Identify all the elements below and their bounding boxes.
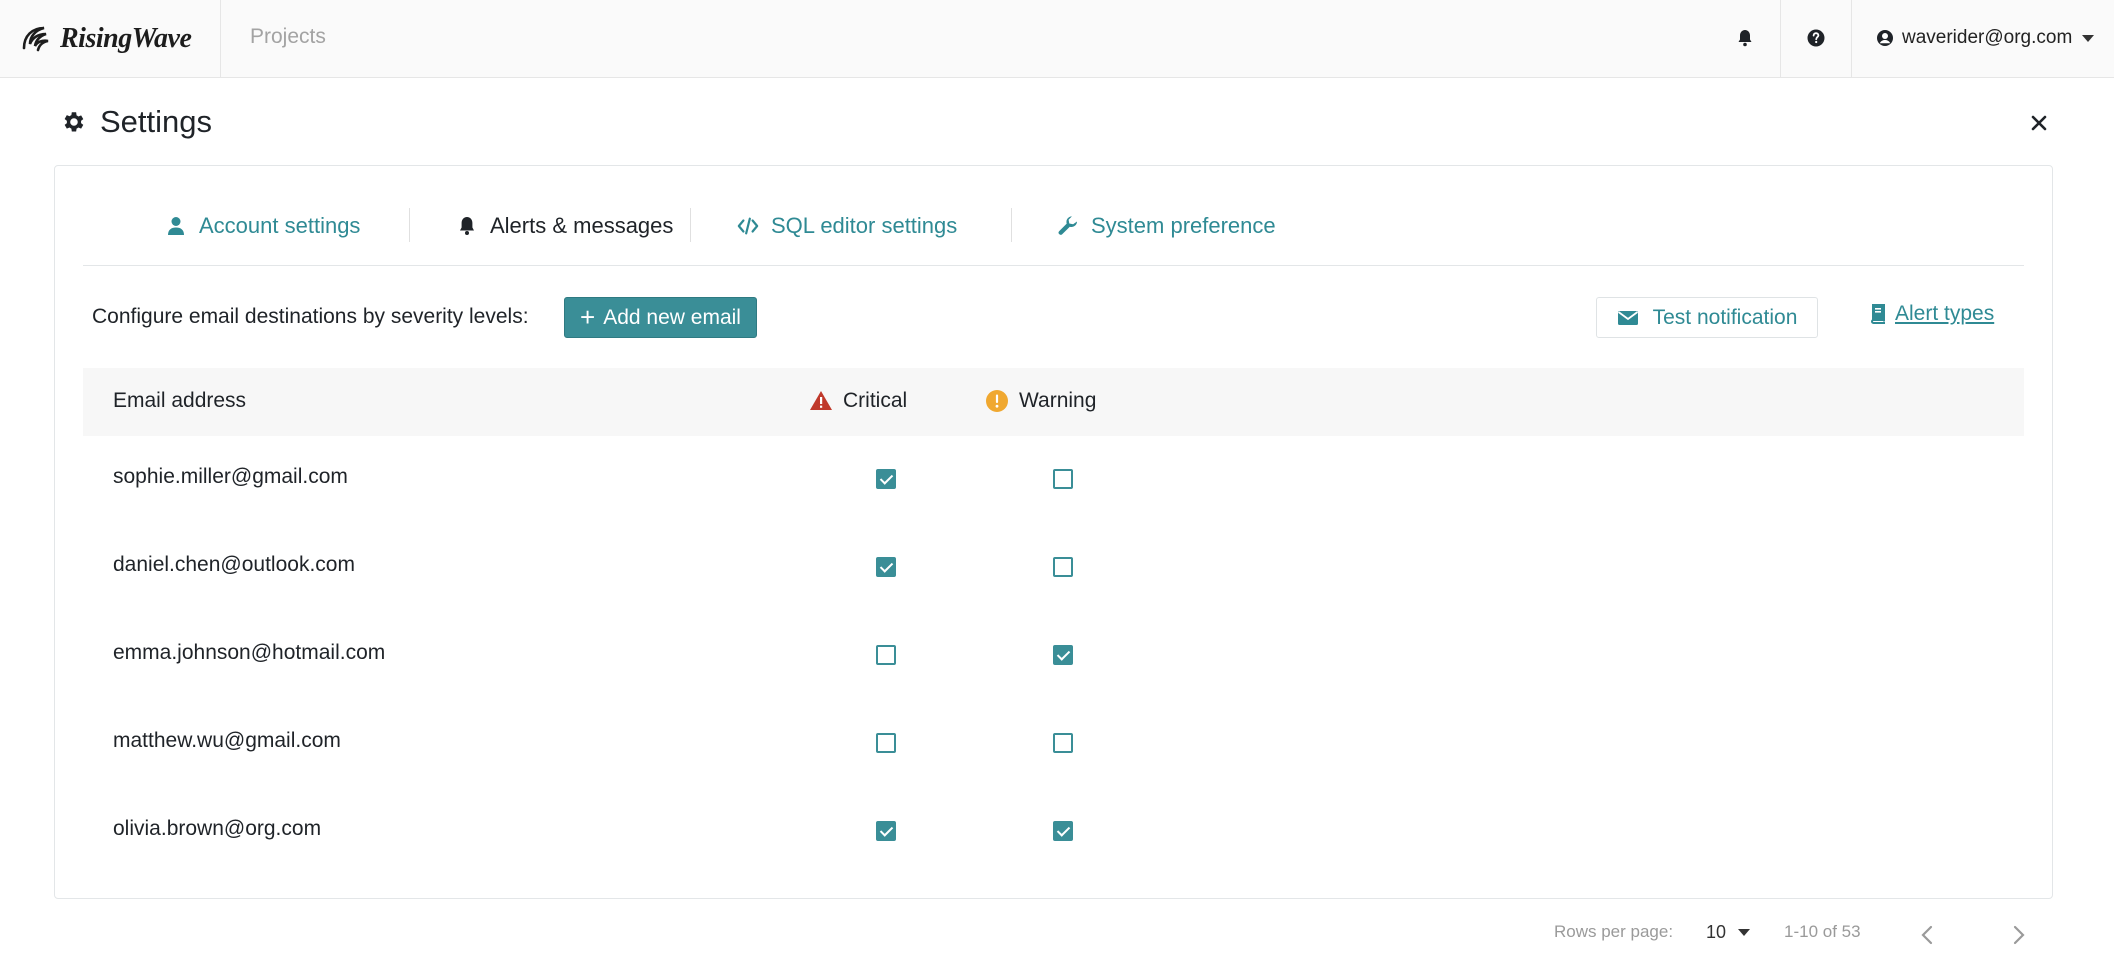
bell-icon [460,217,474,235]
column-header-label: Warning [1019,389,1097,412]
divider [1780,0,1781,78]
table-row: olivia.brown@org.com [83,788,2024,876]
next-page-button[interactable] [2007,922,2031,948]
divider [1011,208,1012,242]
divider [690,208,691,242]
table-row: emma.johnson@hotmail.com [83,612,2024,700]
user-email: waverider@org.com [1902,27,2073,48]
table-row: daniel.chen@outlook.com [83,524,2024,612]
user-circle-icon [1877,30,1893,46]
add-new-email-button[interactable]: + Add new email [564,297,757,338]
warning-checkbox[interactable] [1053,821,1073,841]
user-icon [168,217,184,235]
column-header-email: Email address [113,389,246,413]
user-menu[interactable]: waverider@org.com [1876,24,2095,52]
rows-per-page-label: Rows per page: [1554,922,1674,941]
risingwave-logo-icon [22,26,49,52]
alert-types-link[interactable]: Alert types [1869,302,1994,326]
tab-label: Alerts & messages [490,213,674,238]
page-title: Settings [100,104,213,139]
chevron-left-icon [1921,925,1933,945]
tab-account-settings[interactable]: Account settings [165,206,360,246]
settings-tabs: Account settings Alerts & messages SQL e… [83,166,2024,266]
tab-sql-editor-settings[interactable]: SQL editor settings [737,206,957,246]
envelope-icon [1617,310,1638,325]
help-icon[interactable] [1804,26,1828,50]
top-bar: RisingWave Projects waverider@org.com [0,0,2114,78]
divider [220,0,221,78]
wrench-icon [1058,216,1077,235]
previous-page-button[interactable] [1915,922,1939,948]
add-button-label: Add new email [603,305,741,329]
divider [1851,0,1852,78]
test-button-label: Test notification [1652,305,1798,329]
test-notification-button[interactable]: Test notification [1596,297,1818,338]
critical-checkbox[interactable] [876,469,896,489]
column-header-label: Critical [843,389,908,412]
tab-alerts-messages[interactable]: Alerts & messages [456,206,673,246]
book-icon [1871,304,1885,324]
column-header-warning: Warning [985,389,1096,413]
brand-name: RisingWave [60,23,192,54]
column-header-critical: Critical [809,389,907,413]
brand-logo[interactable]: RisingWave [18,22,192,56]
column-header-label: Email address [113,389,247,412]
email-cell: emma.johnson@hotmail.com [113,641,386,664]
chevron-right-icon [2013,925,2025,945]
nav-projects-link[interactable]: Projects [250,25,326,49]
close-icon [2031,115,2047,131]
exclamation-circle-icon [986,390,1008,412]
pagination-range: 1-10 of 53 [1784,922,1861,941]
divider [409,208,410,242]
table-row: matthew.wu@gmail.com [83,700,2024,788]
email-cell: olivia.brown@org.com [113,817,322,840]
settings-panel: Account settings Alerts & messages SQL e… [54,165,2053,899]
tab-label: Account settings [199,213,361,238]
tab-label: SQL editor settings [771,213,958,238]
code-icon [737,217,759,235]
warning-checkbox[interactable] [1053,645,1073,665]
table-header: Email address Critical Warning [83,368,2024,436]
alert-types-label: Alert types [1895,302,1995,325]
rows-per-page-value: 10 [1706,922,1727,942]
rows-per-page-select[interactable]: 10 [1706,922,1751,943]
chevron-down-icon [1738,929,1751,936]
email-cell: matthew.wu@gmail.com [113,729,341,752]
config-label: Configure email destinations by severity… [92,305,529,328]
gear-icon [64,112,84,132]
tab-label: System preference [1091,213,1276,238]
critical-checkbox[interactable] [876,821,896,841]
settings-header: Settings [60,104,212,140]
warning-checkbox[interactable] [1053,469,1073,489]
warning-checkbox[interactable] [1053,557,1073,577]
chevron-down-icon [2082,34,2095,42]
warning-checkbox[interactable] [1053,733,1073,753]
plus-icon: + [580,301,596,332]
table-row: sophie.miller@gmail.com [83,436,2024,524]
email-cell: daniel.chen@outlook.com [113,553,355,576]
warning-triangle-icon [810,391,832,410]
email-cell: sophie.miller@gmail.com [113,465,348,488]
notifications-bell-icon[interactable] [1733,26,1757,50]
critical-checkbox[interactable] [876,733,896,753]
critical-checkbox[interactable] [876,557,896,577]
critical-checkbox[interactable] [876,645,896,665]
tab-system-preference[interactable]: System preference [1057,206,1276,246]
close-button[interactable] [2026,110,2052,136]
